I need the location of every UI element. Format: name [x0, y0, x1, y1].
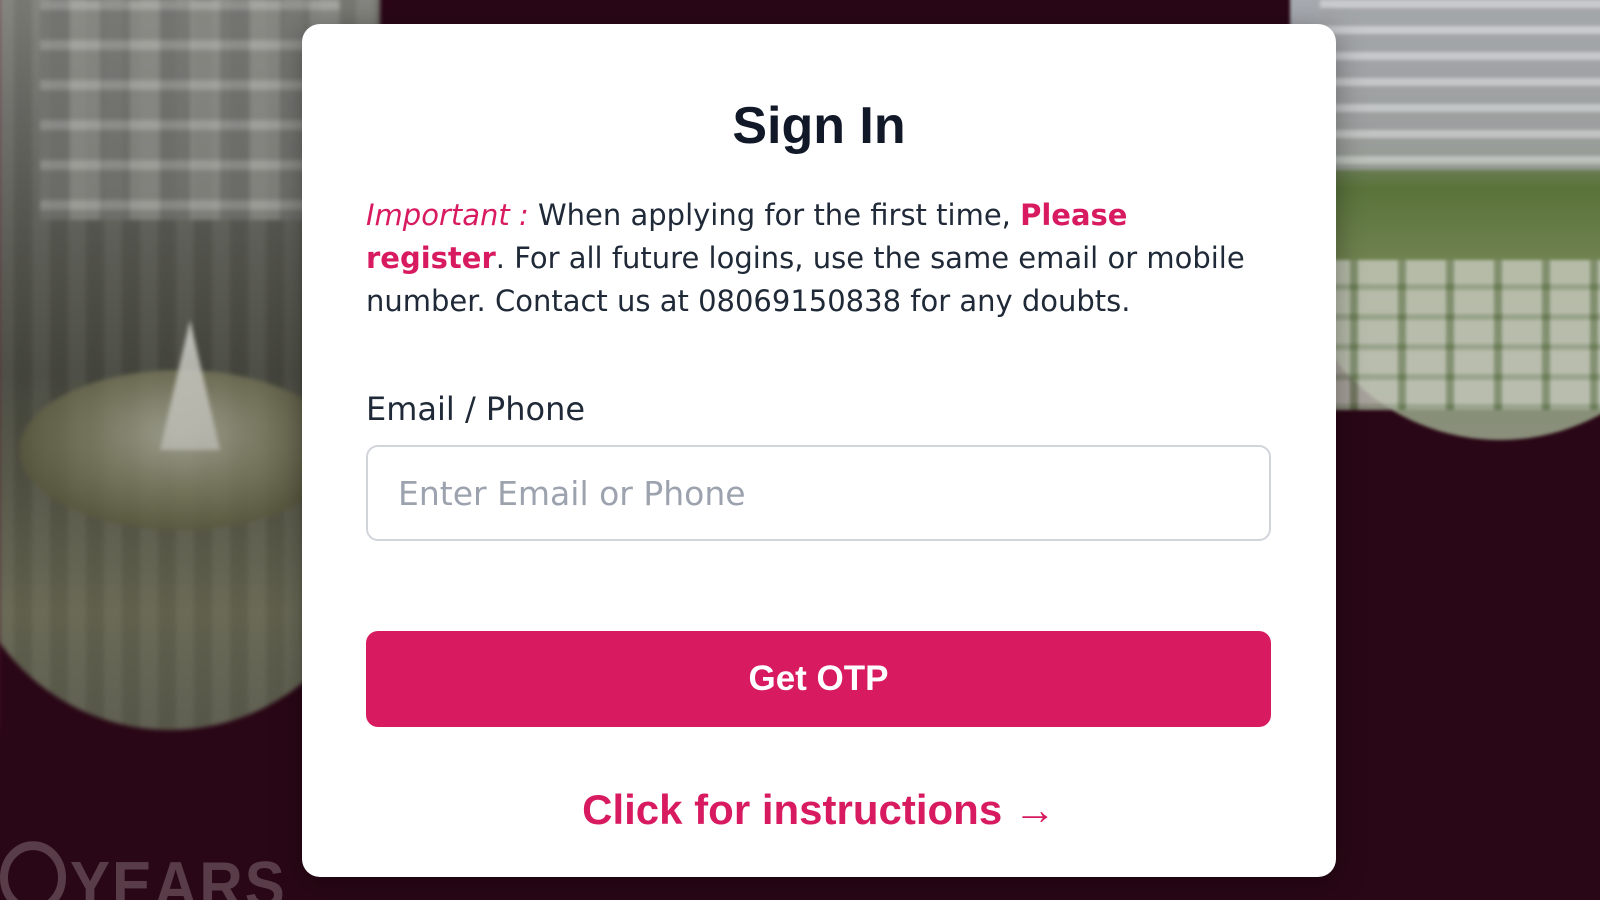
get-otp-button[interactable]: Get OTP: [366, 631, 1271, 727]
important-label: Important :: [366, 198, 529, 232]
page-title: Sign In: [732, 97, 906, 155]
years-watermark: YEARS: [0, 841, 287, 900]
sign-in-card: Sign In Important : When applying for th…: [302, 24, 1336, 877]
years-ring-icon: [0, 841, 66, 900]
email-phone-label: Email / Phone: [366, 390, 586, 428]
notice-text-1: When applying for the first time,: [528, 198, 1021, 232]
notice-text-2: . For all future logins, use the same em…: [366, 241, 1245, 318]
photo-lawn: [1310, 260, 1600, 410]
important-notice: Important : When applying for the first …: [366, 194, 1266, 323]
campus-photo-right: [1290, 0, 1600, 440]
instructions-link[interactable]: Click for instructions →: [302, 786, 1336, 834]
email-phone-input[interactable]: [366, 445, 1271, 541]
photo-building: [40, 0, 340, 220]
years-watermark-text: YEARS: [70, 847, 287, 900]
photo-building-right: [1320, 0, 1600, 170]
